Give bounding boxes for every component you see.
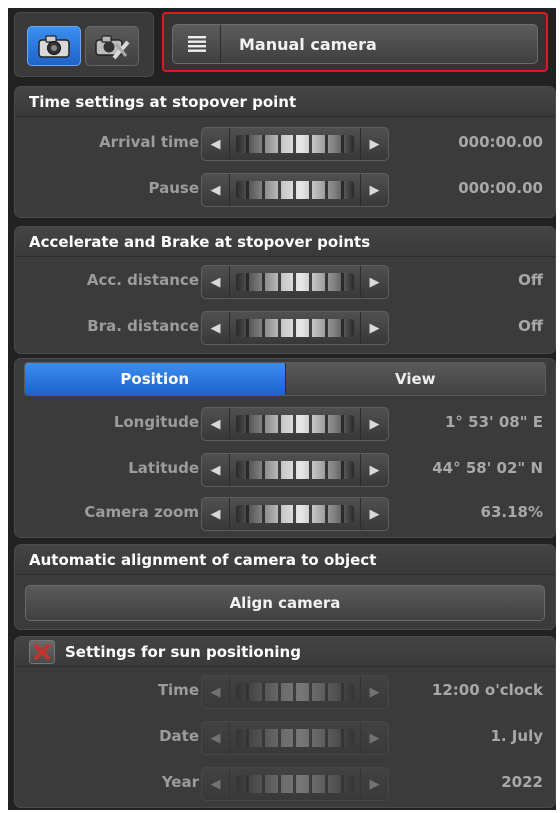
arrow-right-icon[interactable]: ▶ — [360, 266, 388, 298]
time-settings-panel: Time settings at stopover point Arrival … — [14, 86, 556, 218]
sun-year-label: Year — [161, 773, 199, 791]
camera-zoom-spinner[interactable]: ◀ ▶ — [201, 497, 389, 531]
sun-year-spinner: ◀ ▶ — [201, 767, 389, 801]
arrow-right-icon[interactable]: ▶ — [360, 174, 388, 206]
time-settings-title: Time settings at stopover point — [15, 87, 555, 117]
sun-year-row: Year ◀ ▶ 2022 — [15, 767, 555, 801]
arrow-right-icon[interactable]: ▶ — [360, 312, 388, 344]
jog-wheel[interactable] — [236, 461, 354, 479]
longitude-spinner[interactable]: ◀ ▶ — [201, 407, 389, 441]
sun-time-value: 12:00 o'clock — [431, 681, 543, 699]
longitude-label: Longitude — [113, 413, 199, 431]
arrow-right-icon[interactable]: ▶ — [360, 454, 388, 486]
sun-year-value: 2022 — [501, 773, 543, 791]
tab-view[interactable]: View — [284, 363, 545, 395]
alignment-panel: Automatic alignment of camera to object … — [14, 544, 556, 630]
jog-wheel — [236, 729, 354, 747]
camera-mode-group — [14, 12, 154, 77]
jog-wheel — [236, 683, 354, 701]
latitude-row: Latitude ◀ ▶ 44° 58' 02" N — [15, 453, 555, 487]
arrow-left-icon[interactable]: ◀ — [202, 266, 230, 298]
jog-wheel — [236, 775, 354, 793]
sun-date-row: Date ◀ ▶ 1. July — [15, 721, 555, 755]
arrow-left-icon[interactable]: ◀ — [202, 498, 230, 530]
arrival-time-label: Arrival time — [99, 133, 199, 151]
arrival-time-row: Arrival time ◀ ▶ 000:00.00 — [15, 127, 555, 161]
jog-wheel[interactable] — [236, 319, 354, 337]
arrow-right-icon[interactable]: ▶ — [360, 498, 388, 530]
bra-distance-row: Bra. distance ◀ ▶ Off — [15, 311, 555, 345]
arrow-left-icon[interactable]: ◀ — [202, 312, 230, 344]
sun-title: Settings for sun positioning — [65, 642, 301, 661]
pause-row: Pause ◀ ▶ 000:00.00 — [15, 173, 555, 207]
longitude-value: 1° 53' 08" E — [444, 413, 543, 431]
arrow-right-icon: ▶ — [360, 722, 388, 754]
tab-position[interactable]: Position — [25, 363, 285, 395]
arrow-left-icon: ◀ — [202, 722, 230, 754]
sun-date-label: Date — [159, 727, 199, 745]
latitude-value: 44° 58' 02" N — [432, 459, 543, 477]
acc-distance-value: Off — [518, 271, 543, 289]
arrival-time-spinner[interactable]: ◀ ▶ — [201, 127, 389, 161]
arrow-left-icon: ◀ — [202, 768, 230, 800]
sun-date-value: 1. July — [490, 727, 543, 745]
sun-time-row: Time ◀ ▶ 12:00 o'clock — [15, 675, 555, 709]
jog-wheel[interactable] — [236, 415, 354, 433]
arrival-time-value: 000:00.00 — [458, 133, 543, 151]
bra-distance-label: Bra. distance — [87, 317, 199, 335]
acc-distance-label: Acc. distance — [86, 271, 199, 289]
sun-toggle-checkbox[interactable] — [29, 639, 55, 664]
bra-distance-spinner[interactable]: ◀ ▶ — [201, 311, 389, 345]
camera-edit-icon — [95, 35, 130, 60]
acc-distance-spinner[interactable]: ◀ ▶ — [201, 265, 389, 299]
camera-mode-button[interactable] — [27, 26, 81, 66]
arrow-left-icon[interactable]: ◀ — [202, 174, 230, 206]
accel-brake-title: Accelerate and Brake at stopover points — [15, 227, 555, 257]
accel-brake-panel: Accelerate and Brake at stopover points … — [14, 226, 556, 354]
camera-type-label: Manual camera — [239, 34, 377, 54]
arrow-left-icon: ◀ — [202, 676, 230, 708]
latitude-label: Latitude — [128, 459, 199, 477]
arrow-right-icon[interactable]: ▶ — [360, 128, 388, 160]
arrow-left-icon[interactable]: ◀ — [202, 454, 230, 486]
bra-distance-value: Off — [518, 317, 543, 335]
latitude-spinner[interactable]: ◀ ▶ — [201, 453, 389, 487]
jog-wheel[interactable] — [236, 135, 354, 153]
longitude-row: Longitude ◀ ▶ 1° 53' 08" E — [15, 407, 555, 441]
position-view-tabs: Position View — [24, 362, 546, 396]
camera-type-dropdown[interactable]: Manual camera — [172, 24, 538, 64]
sun-panel: Settings for sun positioning Time ◀ ▶ 12… — [14, 636, 556, 808]
alignment-title: Automatic alignment of camera to object — [15, 545, 555, 575]
align-camera-button[interactable]: Align camera — [25, 585, 545, 621]
pause-value: 000:00.00 — [458, 179, 543, 197]
arrow-right-icon: ▶ — [360, 768, 388, 800]
sun-time-spinner: ◀ ▶ — [201, 675, 389, 709]
camera-icon — [38, 35, 70, 58]
pause-spinner[interactable]: ◀ ▶ — [201, 173, 389, 207]
acc-distance-row: Acc. distance ◀ ▶ Off — [15, 265, 555, 299]
pause-label: Pause — [148, 179, 200, 197]
sun-date-spinner: ◀ ▶ — [201, 721, 389, 755]
jog-wheel[interactable] — [236, 505, 354, 523]
arrow-right-icon[interactable]: ▶ — [360, 408, 388, 440]
camera-zoom-label: Camera zoom — [84, 503, 199, 521]
sun-title-row: Settings for sun positioning — [15, 637, 555, 667]
arrow-right-icon: ▶ — [360, 676, 388, 708]
camera-zoom-row: Camera zoom ◀ ▶ 63.18% — [15, 497, 555, 531]
list-menu-icon — [173, 25, 221, 63]
camera-zoom-value: 63.18% — [480, 503, 543, 521]
jog-wheel[interactable] — [236, 181, 354, 199]
arrow-left-icon[interactable]: ◀ — [202, 408, 230, 440]
sun-time-label: Time — [157, 681, 199, 699]
jog-wheel[interactable] — [236, 273, 354, 291]
camera-edit-button[interactable] — [85, 26, 139, 66]
arrow-left-icon[interactable]: ◀ — [202, 128, 230, 160]
x-checkbox-icon — [34, 643, 50, 660]
